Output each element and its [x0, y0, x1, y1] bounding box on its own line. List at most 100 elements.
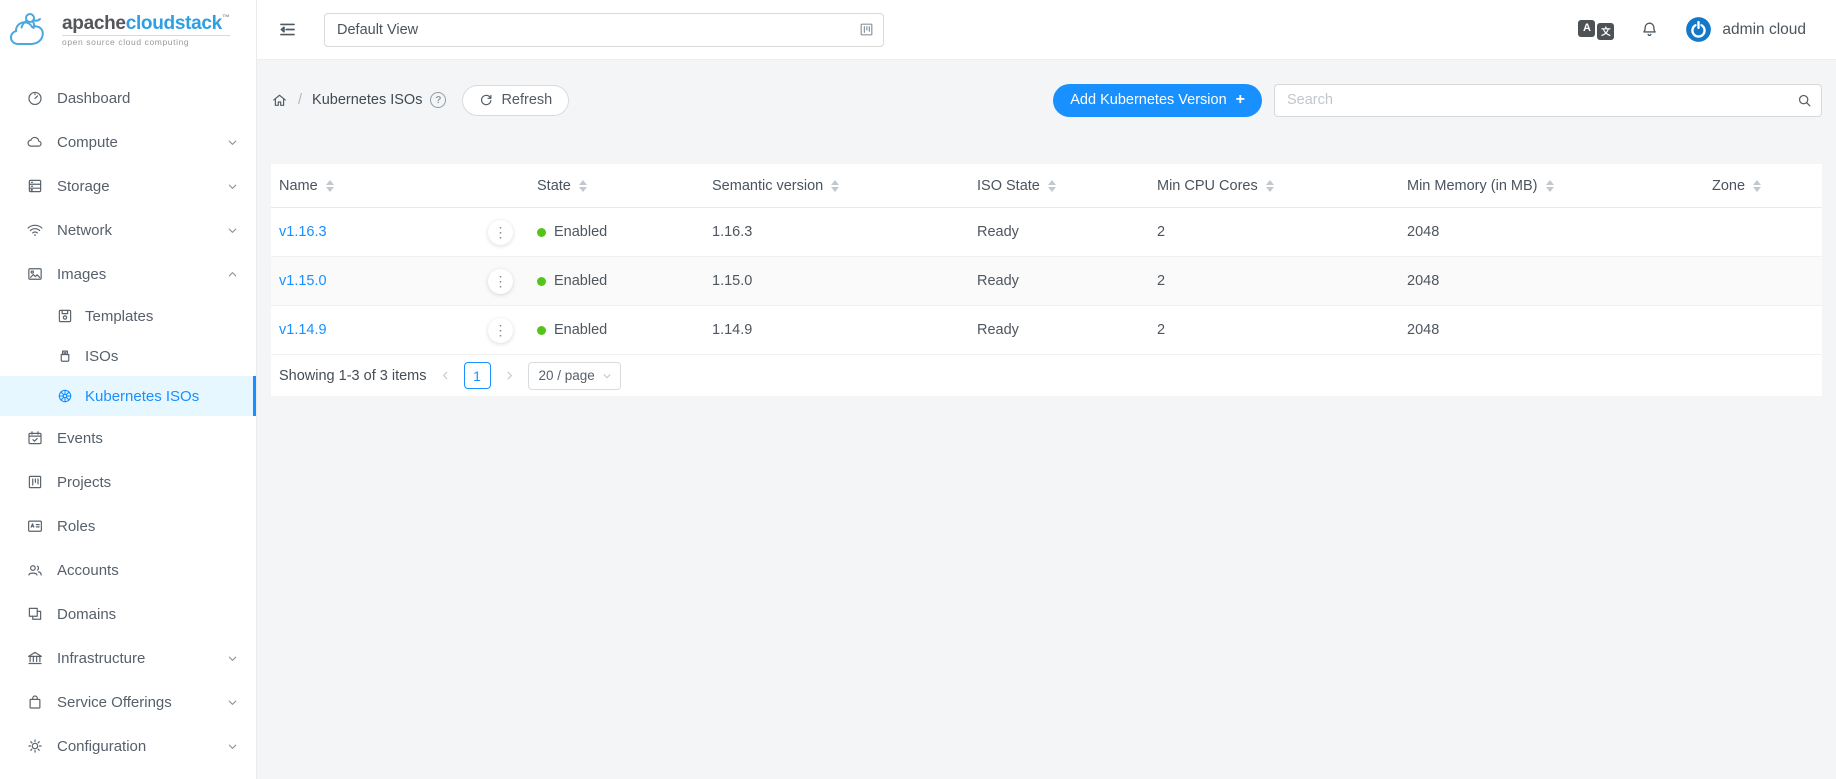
chevron-down-icon: [602, 371, 612, 381]
sidebar-item-compute[interactable]: Compute: [0, 120, 256, 164]
brand-cloudstack: cloudstack: [126, 13, 222, 34]
sidebar-item-storage[interactable]: Storage: [0, 164, 256, 208]
header-actions: Add Kubernetes Version +: [1053, 84, 1822, 117]
bell-icon[interactable]: [1640, 20, 1659, 39]
column-label: Name: [279, 178, 318, 194]
add-kubernetes-version-button[interactable]: Add Kubernetes Version +: [1053, 84, 1262, 117]
sidebar-item-roles[interactable]: Roles: [0, 504, 256, 548]
translate-letter-b: 文: [1597, 23, 1614, 40]
status-dot: [537, 228, 546, 237]
projects-icon: [26, 473, 44, 491]
menu-fold-icon[interactable]: [277, 19, 298, 40]
project-icon[interactable]: [858, 21, 875, 38]
state-cell: Enabled: [529, 224, 704, 240]
sidebar-item-images[interactable]: Images: [0, 252, 256, 296]
kubernetes-icon: [56, 387, 74, 405]
sidebar-item-dashboard[interactable]: Dashboard: [0, 76, 256, 120]
sidebar-item-label: ISOs: [85, 348, 118, 365]
name-cell: v1.14.9 ⋮: [271, 306, 529, 354]
table-card: Name State Semantic version ISO State Mi…: [271, 164, 1822, 396]
chevron-down-icon: [227, 697, 238, 708]
sidebar-item-label: Images: [57, 266, 106, 283]
sidebar-item-infrastructure[interactable]: Infrastructure: [0, 636, 256, 680]
infrastructure-icon: [26, 649, 44, 667]
sort-icon: [1048, 180, 1056, 192]
sidebar: apachecloudstack™ open source cloud comp…: [0, 0, 257, 779]
iso-state-cell: Ready: [969, 273, 1149, 289]
refresh-button[interactable]: Refresh: [462, 85, 569, 116]
next-page-icon[interactable]: [503, 369, 516, 382]
sidebar-item-accounts[interactable]: Accounts: [0, 548, 256, 592]
more-actions-button[interactable]: ⋮: [488, 269, 513, 294]
page-header: / Kubernetes ISOs ? Refresh Add Kubernet…: [271, 76, 1822, 124]
sidebar-item-templates[interactable]: Templates: [0, 296, 256, 336]
sort-icon: [1753, 180, 1761, 192]
sidebar-item-domains[interactable]: Domains: [0, 592, 256, 636]
page-number-button[interactable]: 1: [464, 362, 491, 389]
version-link[interactable]: v1.14.9: [279, 322, 327, 338]
more-actions-button[interactable]: ⋮: [488, 318, 513, 343]
status-dot: [537, 326, 546, 335]
accounts-icon: [26, 561, 44, 579]
column-label: Min CPU Cores: [1157, 178, 1258, 194]
brand-apache: apache: [62, 13, 126, 34]
column-header-semantic-version[interactable]: Semantic version: [704, 178, 969, 194]
chevron-down-icon: [227, 225, 238, 236]
search-input[interactable]: [1274, 84, 1822, 117]
reload-icon: [479, 93, 493, 107]
version-link[interactable]: v1.16.3: [279, 224, 327, 240]
sidebar-item-label: Domains: [57, 606, 116, 623]
view-selector-input[interactable]: [324, 13, 884, 47]
semantic-version-cell: 1.15.0: [704, 273, 969, 289]
sort-icon: [326, 180, 334, 192]
min-memory-cell: 2048: [1399, 273, 1704, 289]
home-icon[interactable]: [271, 92, 288, 109]
translate-letter-a: A: [1578, 20, 1595, 37]
sidebar-item-projects[interactable]: Projects: [0, 460, 256, 504]
column-header-state[interactable]: State: [529, 178, 704, 194]
sidebar-item-label: Network: [57, 222, 112, 239]
domains-icon: [26, 605, 44, 623]
more-actions-button[interactable]: ⋮: [488, 220, 513, 245]
column-label: State: [537, 178, 571, 194]
sidebar-item-configuration[interactable]: Configuration: [0, 724, 256, 768]
column-label: Semantic version: [712, 178, 823, 194]
sort-icon: [579, 180, 587, 192]
app-window: apachecloudstack™ open source cloud comp…: [0, 0, 1836, 779]
column-header-min-memory[interactable]: Min Memory (in MB): [1399, 178, 1704, 194]
column-header-iso-state[interactable]: ISO State: [969, 178, 1149, 194]
min-memory-cell: 2048: [1399, 224, 1704, 240]
column-header-zone[interactable]: Zone: [1704, 178, 1822, 194]
cloudstack-logo: apachecloudstack™ open source cloud comp…: [0, 0, 256, 60]
column-label: Min Memory (in MB): [1407, 178, 1538, 194]
sidebar-item-isos[interactable]: ISOs: [0, 336, 256, 376]
sidebar-item-label: Templates: [85, 308, 153, 325]
search-icon[interactable]: [1796, 92, 1813, 109]
table-row: v1.16.3 ⋮ Enabled 1.16.3 Ready 2 2048: [271, 208, 1822, 257]
translate-icon[interactable]: A 文: [1578, 20, 1614, 40]
sidebar-item-network[interactable]: Network: [0, 208, 256, 252]
prev-page-icon[interactable]: [439, 369, 452, 382]
sidebar-item-label: Events: [57, 430, 103, 447]
sidebar-item-service-offerings[interactable]: Service Offerings: [0, 680, 256, 724]
column-header-name[interactable]: Name: [271, 178, 529, 194]
sort-icon: [1546, 180, 1554, 192]
chevron-down-icon: [227, 653, 238, 664]
sidebar-item-kubernetes-isos[interactable]: Kubernetes ISOs: [0, 376, 256, 416]
sidebar-item-label: Infrastructure: [57, 650, 145, 667]
state-text: Enabled: [554, 224, 607, 240]
min-cpu-cell: 2: [1149, 224, 1399, 240]
view-selector: [324, 13, 884, 47]
column-header-min-cpu-cores[interactable]: Min CPU Cores: [1149, 178, 1399, 194]
help-icon[interactable]: ?: [430, 92, 446, 108]
top-bar-right: A 文 admin cloud: [1578, 16, 1806, 43]
sidebar-item-label: Kubernetes ISOs: [85, 388, 199, 405]
user-menu[interactable]: admin cloud: [1685, 16, 1806, 43]
iso-state-cell: Ready: [969, 224, 1149, 240]
iso-state-cell: Ready: [969, 322, 1149, 338]
version-link[interactable]: v1.15.0: [279, 273, 327, 289]
state-cell: Enabled: [529, 322, 704, 338]
page-size-select[interactable]: 20 / page: [528, 362, 621, 390]
breadcrumb-separator: /: [298, 92, 302, 108]
sidebar-item-events[interactable]: Events: [0, 416, 256, 460]
